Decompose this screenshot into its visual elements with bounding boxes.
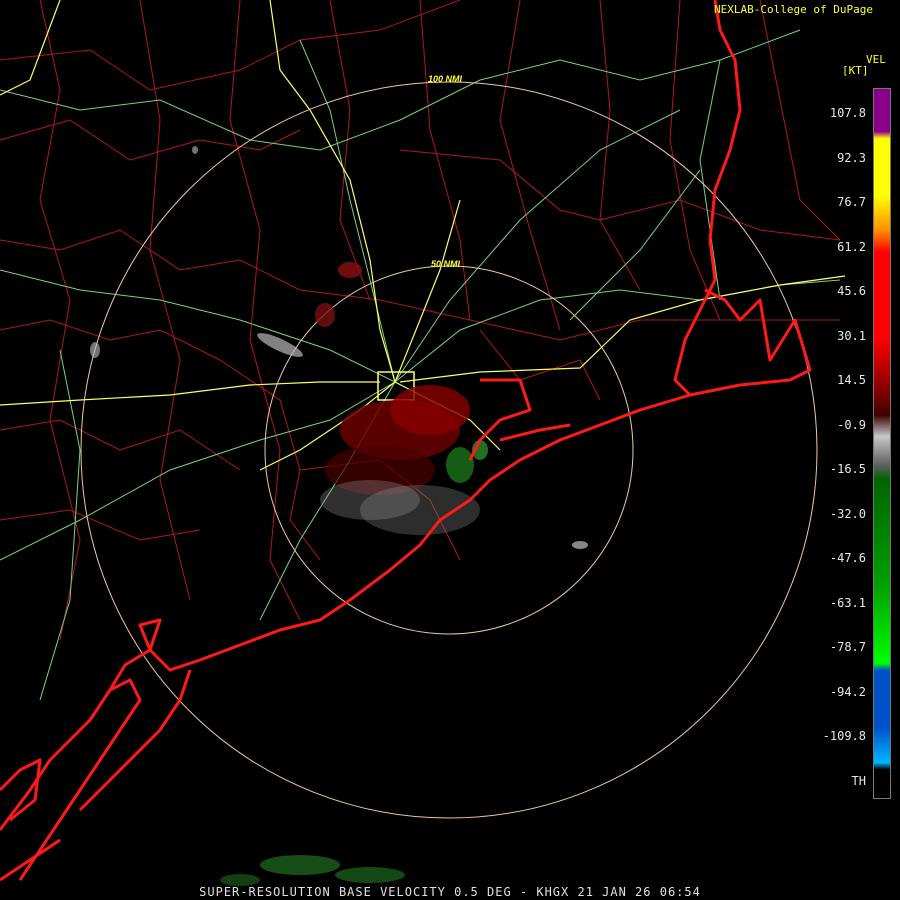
product-caption: SUPER-RESOLUTION BASE VELOCITY 0.5 DEG -…: [199, 885, 701, 899]
scale-tick-label: -47.6: [829, 551, 866, 565]
ring-label-100: 100 NMI: [428, 74, 463, 84]
ring-label-50: 50 NMI: [431, 259, 461, 269]
scale-tick-label: -16.5: [829, 462, 866, 476]
scale-tick-label: 76.7: [837, 195, 866, 209]
scale-tick-label: -78.7: [829, 640, 866, 654]
units-label: [KT]: [842, 64, 869, 77]
scale-tick-label: TH: [851, 773, 866, 788]
scale-tick-label: -0.9: [837, 417, 866, 432]
scale-tick-label: -32.0: [829, 506, 866, 521]
radar-viewer: 100 NMI 50 NMI NEXLAB-College of DuPage …: [0, 0, 900, 900]
product-code: VEL: [866, 53, 886, 66]
scale-tick-label: -94.2: [829, 684, 866, 699]
credit-label: NEXLAB-College of DuPage: [714, 3, 873, 16]
scale-tick-label: 92.3: [837, 150, 866, 165]
scale-tick-label: 45.6: [837, 284, 866, 298]
scale-tick-label: 14.5: [837, 373, 866, 387]
radar-map[interactable]: 100 NMI 50 NMI: [0, 0, 900, 900]
secondary-roads: [0, 29, 841, 701]
range-rings: [80, 81, 818, 819]
scale-tick-label: -63.1: [829, 595, 866, 610]
scale-tick-label: 30.1: [837, 328, 866, 343]
scale-tick-label: 61.2: [837, 239, 866, 254]
scale-tick-label: 107.8: [829, 106, 866, 120]
scale-tick-label: -109.8: [822, 729, 866, 743]
velocity-color-scale: [873, 88, 891, 799]
velocity-echoes: [90, 146, 588, 886]
